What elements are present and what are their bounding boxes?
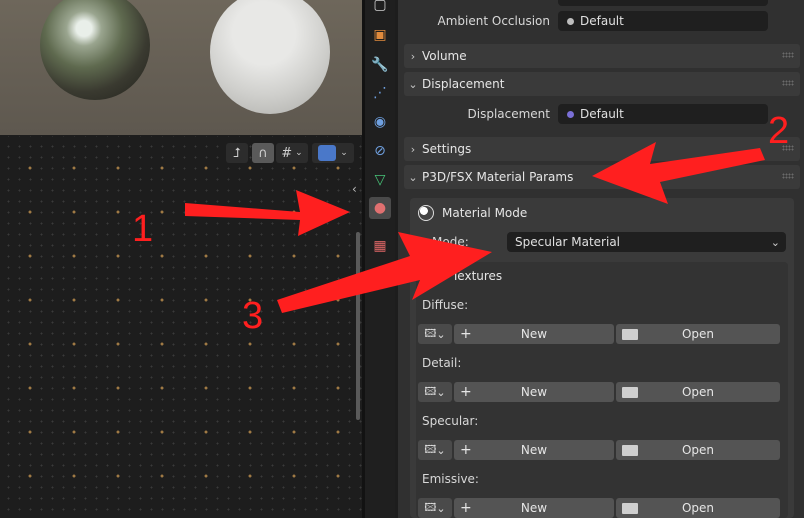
annotation-1: 1 bbox=[132, 208, 154, 250]
arrow-1 bbox=[185, 190, 350, 236]
annotation-2: 2 bbox=[768, 110, 790, 152]
annotation-3: 3 bbox=[242, 295, 264, 337]
arrow-2 bbox=[592, 142, 765, 204]
annotation-arrows bbox=[185, 142, 765, 313]
arrow-3 bbox=[277, 232, 492, 313]
